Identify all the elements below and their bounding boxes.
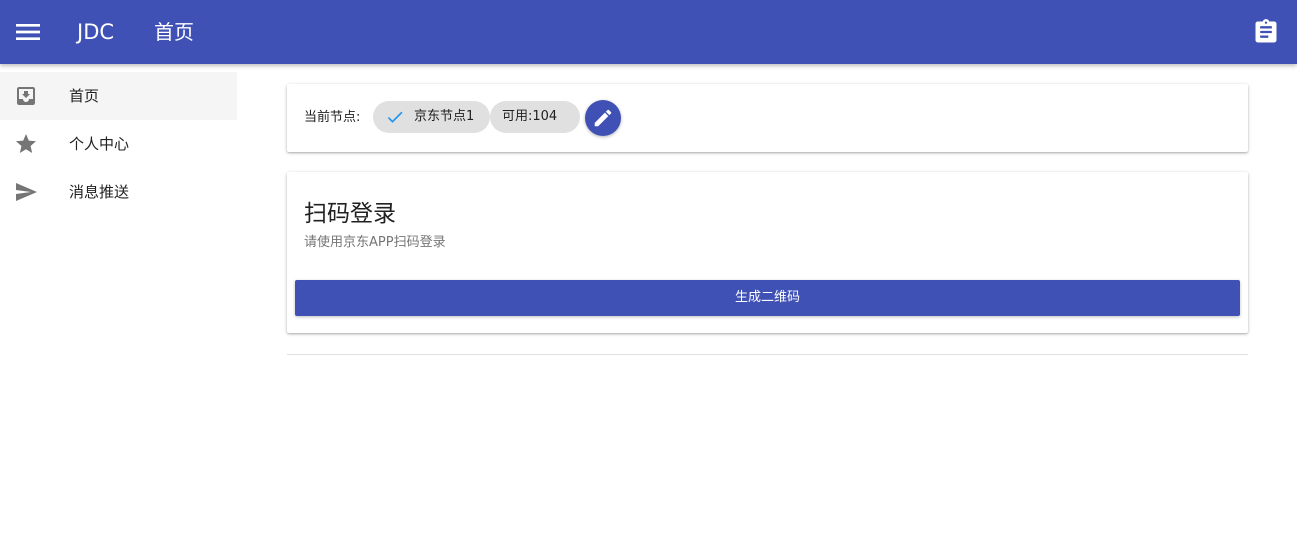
star-icon bbox=[16, 134, 36, 153]
menu-button[interactable] bbox=[12, 16, 44, 48]
sidebar-item-label: 首页 bbox=[69, 87, 100, 105]
send-icon bbox=[16, 183, 37, 201]
page-title: 首页 bbox=[154, 20, 194, 44]
node-chip[interactable]: 京东节点1 bbox=[373, 101, 490, 133]
sidebar-item-label: 个人中心 bbox=[69, 135, 130, 153]
clipboard-button[interactable] bbox=[1252, 17, 1280, 47]
check-icon bbox=[387, 111, 403, 123]
node-card: 当前节点: 京东节点1 可用:104 bbox=[287, 84, 1248, 152]
generate-qr-button[interactable]: 生成二维码 bbox=[295, 280, 1240, 316]
sidebar-item-label: 消息推送 bbox=[69, 183, 130, 201]
divider bbox=[287, 354, 1248, 355]
available-chip-label: 可用:104 bbox=[502, 109, 558, 124]
available-chip: 可用:104 bbox=[490, 101, 580, 133]
qr-login-title: 扫码登录 bbox=[304, 201, 396, 227]
app-brand: JDC bbox=[77, 20, 115, 44]
sidebar-item-personal-center[interactable]: 个人中心 bbox=[0, 120, 237, 168]
current-node-label: 当前节点: bbox=[304, 110, 361, 125]
sidebar: 首页 个人中心 消息推送 bbox=[0, 64, 237, 553]
edit-node-button[interactable] bbox=[585, 100, 621, 136]
pencil-icon bbox=[594, 109, 612, 127]
clipboard-icon bbox=[1255, 19, 1277, 43]
inbox-download-icon bbox=[17, 87, 35, 105]
menu-icon bbox=[16, 24, 40, 40]
qr-login-subtitle: 请使用京东APP扫码登录 bbox=[304, 235, 446, 250]
sidebar-item-message-push[interactable]: 消息推送 bbox=[0, 168, 237, 216]
sidebar-item-home[interactable]: 首页 bbox=[0, 72, 237, 120]
node-chip-label: 京东节点1 bbox=[414, 109, 475, 124]
app-bar: JDC 首页 bbox=[0, 0, 1297, 64]
qr-login-card: 扫码登录 请使用京东APP扫码登录 生成二维码 bbox=[287, 172, 1248, 333]
